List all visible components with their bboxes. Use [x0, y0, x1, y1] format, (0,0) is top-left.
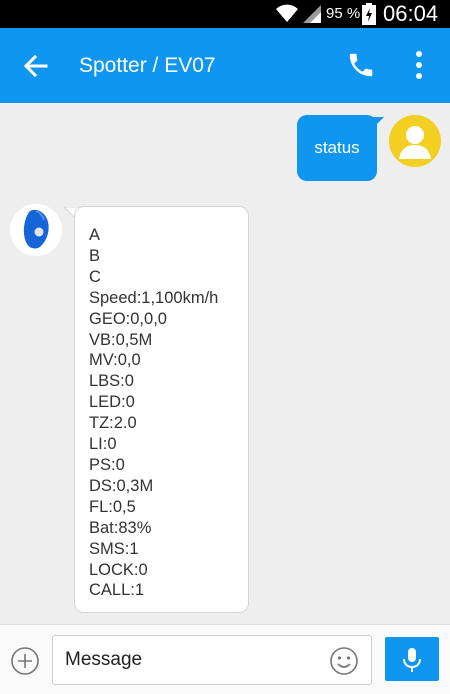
- outgoing-message-text: status: [314, 138, 360, 157]
- status-line: C: [89, 267, 101, 286]
- battery-icon: [362, 3, 376, 25]
- conversation-title: Spotter / EV07: [79, 54, 216, 77]
- voice-input-button[interactable]: [385, 637, 439, 681]
- status-line: PS:0: [89, 455, 125, 474]
- status-line: GEO:0,0,0: [89, 309, 167, 328]
- status-line: LED:0: [89, 393, 135, 412]
- user-avatar-icon[interactable]: [389, 115, 441, 167]
- signal-icon: [303, 5, 321, 23]
- device-avatar-icon[interactable]: [10, 204, 62, 256]
- status-line: FL:0,5: [89, 497, 136, 516]
- incoming-message[interactable]: A B C Speed:1,100km/h GEO:0,0,0 VB:0,5M …: [74, 206, 249, 613]
- status-line: B: [89, 246, 101, 265]
- battery-percent: 95 %: [326, 5, 361, 22]
- wifi-icon: [276, 4, 298, 22]
- clock: 06:04: [383, 1, 439, 26]
- status-line: A: [89, 226, 101, 244]
- status-line: LOCK:0: [89, 560, 148, 579]
- status-bar: 95 % 06:04: [0, 0, 450, 28]
- status-line: SMS:1: [89, 539, 139, 558]
- add-circle-icon[interactable]: [10, 646, 40, 676]
- back-arrow-icon[interactable]: [20, 50, 52, 82]
- status-line: Speed:1,100km/h: [89, 288, 219, 307]
- more-vert-icon[interactable]: [404, 48, 434, 82]
- status-line: VB:0,5M: [89, 330, 153, 349]
- status-line: TZ:2.0: [89, 414, 137, 433]
- message-input-box[interactable]: [52, 635, 372, 685]
- app-bar: Spotter / EV07: [0, 28, 450, 103]
- status-line: CALL:1: [89, 581, 145, 600]
- mic-icon: [403, 648, 421, 672]
- status-line: LBS:0: [89, 372, 134, 391]
- message-list[interactable]: status A B C Speed:1,100km/h GEO:0,0,0 V…: [0, 103, 450, 624]
- status-line: LI:0: [89, 435, 117, 454]
- message-input[interactable]: [65, 646, 315, 674]
- emoji-icon[interactable]: [329, 646, 359, 676]
- composer-bar: [0, 624, 450, 694]
- outgoing-message[interactable]: status: [297, 115, 377, 181]
- outgoing-bubble-tail: [372, 117, 384, 129]
- status-line: MV:0,0: [89, 351, 141, 370]
- phone-icon[interactable]: [346, 50, 376, 80]
- status-line: Bat:83%: [89, 518, 152, 537]
- status-line: DS:0,3M: [89, 476, 154, 495]
